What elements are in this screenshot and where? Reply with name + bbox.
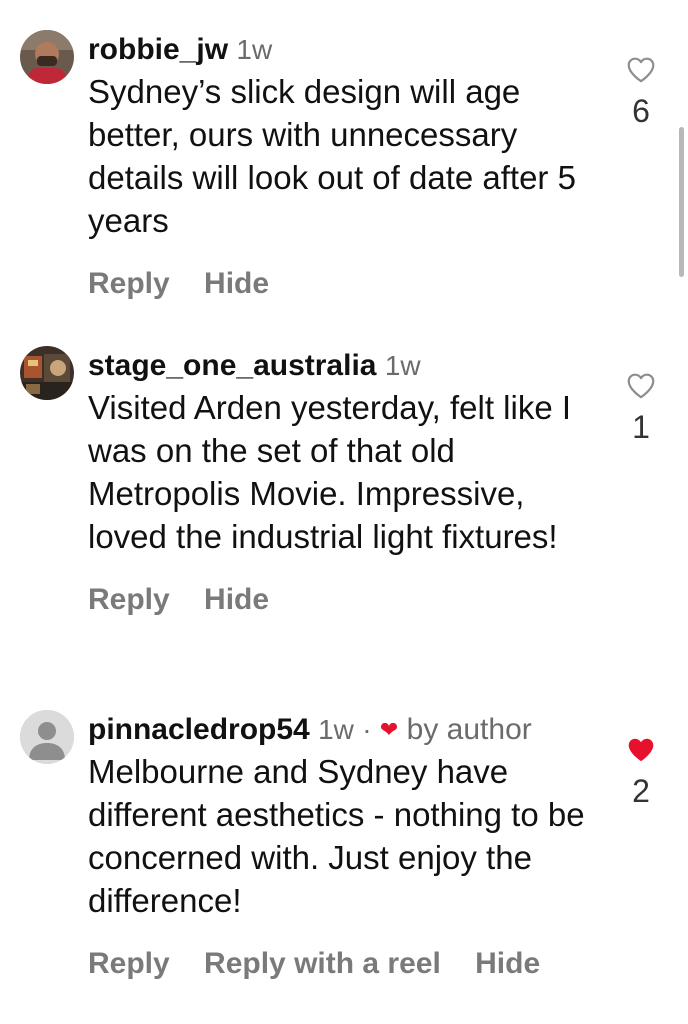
hide-button[interactable]: Hide: [204, 583, 269, 616]
comment-body: stage_one_australia 1w Visited Arden yes…: [88, 346, 608, 620]
reply-button[interactable]: Reply: [88, 583, 170, 616]
reply-with-reel-button[interactable]: Reply with a reel: [204, 947, 441, 980]
comment-text: Melbourne and Sydney have different aest…: [88, 753, 585, 919]
heart-filled-icon[interactable]: [626, 736, 656, 763]
comment-actions: Reply Hide: [88, 580, 608, 620]
comment-actions: Reply Hide: [88, 264, 608, 304]
comment-header: stage_one_australia 1w: [88, 346, 608, 386]
username[interactable]: stage_one_australia: [88, 349, 376, 382]
comment-text: Sydney’s slick design will age better, o…: [88, 73, 576, 239]
liked-by-author-label: by author: [406, 713, 532, 746]
heart-outline-icon[interactable]: [626, 56, 656, 83]
like-count: 2: [632, 773, 650, 809]
comment-actions: Reply Reply with a reel Hide: [88, 944, 608, 984]
comment-text: Visited Arden yesterday, felt like I was…: [88, 389, 572, 555]
default-avatar-icon: [20, 710, 74, 764]
like-control: 6: [618, 56, 664, 131]
timestamp: 1w: [384, 350, 421, 381]
timestamp: 1w: [236, 34, 273, 65]
username[interactable]: robbie_jw: [88, 33, 228, 66]
comment-header: pinnacledrop54 1w · ❤ by author: [88, 710, 608, 750]
author-heart-icon: ❤: [379, 717, 399, 742]
avatar[interactable]: [20, 710, 74, 764]
username[interactable]: pinnacledrop54: [88, 713, 310, 746]
timestamp: 1w: [318, 714, 354, 745]
hide-button[interactable]: Hide: [475, 947, 540, 980]
like-count: 6: [632, 93, 650, 129]
reply-button[interactable]: Reply: [88, 267, 170, 300]
like-control: 1: [618, 372, 664, 447]
like-control: 2: [618, 736, 664, 811]
heart-outline-icon[interactable]: [626, 372, 656, 399]
comment-body: robbie_jw 1w Sydney’s slick design will …: [88, 30, 608, 304]
comment-body: pinnacledrop54 1w · ❤ by author Melbourn…: [88, 710, 608, 984]
like-count: 1: [632, 409, 650, 445]
scrollbar[interactable]: [679, 127, 684, 277]
avatar[interactable]: [20, 30, 74, 84]
separator-dot: ·: [362, 714, 372, 745]
avatar[interactable]: [20, 346, 74, 400]
reply-button[interactable]: Reply: [88, 947, 170, 980]
hide-button[interactable]: Hide: [204, 267, 269, 300]
comment-header: robbie_jw 1w: [88, 30, 608, 70]
